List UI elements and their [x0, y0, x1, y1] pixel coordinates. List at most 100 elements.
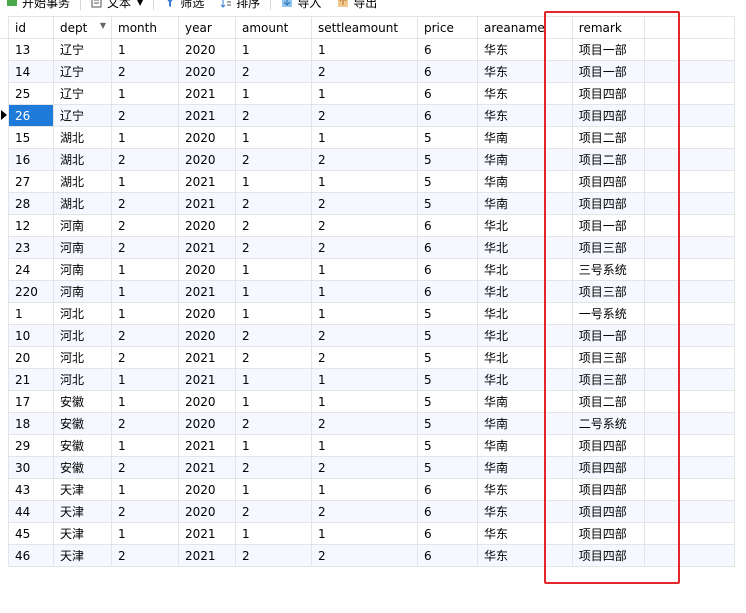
table-cell[interactable]: 项目四部 [571, 82, 645, 105]
table-cell[interactable]: 项目一部 [571, 214, 645, 237]
table-cell[interactable] [544, 368, 573, 391]
table-cell[interactable]: 华北 [477, 236, 546, 259]
table-cell[interactable]: 44 [8, 500, 54, 523]
table-cell[interactable]: 6 [417, 500, 478, 523]
table-cell[interactable]: 23 [8, 236, 54, 259]
row-indicator[interactable] [0, 126, 9, 149]
table-cell[interactable]: 安徽 [53, 390, 112, 413]
table-cell[interactable]: 华北 [477, 302, 546, 325]
table-cell[interactable] [544, 214, 573, 237]
table-cell[interactable]: 2021 [178, 236, 236, 259]
table-cell[interactable] [544, 236, 573, 259]
table-cell[interactable]: 1 [111, 38, 179, 61]
table-cell[interactable]: 1 [235, 522, 312, 545]
table-cell[interactable]: 2 [311, 60, 418, 83]
table-cell[interactable]: 1 [111, 434, 179, 457]
table-cell[interactable]: 华南 [477, 434, 546, 457]
table-cell[interactable]: 10 [8, 324, 54, 347]
table-cell[interactable]: 2 [311, 456, 418, 479]
row-indicator[interactable] [0, 104, 9, 127]
table-cell[interactable]: 2020 [178, 148, 236, 171]
table-cell[interactable]: 30 [8, 456, 54, 479]
table-row[interactable]: 220 河南 1 2021 1 1 6 华北 项目三部 [0, 280, 735, 303]
row-indicator[interactable] [0, 280, 9, 303]
table-cell[interactable]: 三号系统 [571, 258, 645, 281]
table-cell[interactable]: 项目三部 [571, 236, 645, 259]
table-cell[interactable]: 2 [235, 544, 312, 567]
table-cell[interactable]: 1 [311, 478, 418, 501]
table-row[interactable]: 17 安徽 1 2020 1 1 5 华南 项目二部 [0, 390, 735, 413]
table-cell[interactable]: 华南 [477, 148, 546, 171]
table-cell[interactable]: 2 [311, 148, 418, 171]
column-header[interactable]: settleamount [311, 16, 418, 39]
row-indicator[interactable] [0, 346, 9, 369]
table-cell[interactable]: 5 [417, 324, 478, 347]
table-cell[interactable]: 华北 [477, 280, 546, 303]
row-indicator[interactable] [0, 82, 9, 105]
table-cell[interactable]: 2 [111, 412, 179, 435]
row-indicator[interactable] [0, 456, 9, 479]
table-cell[interactable]: 华东 [477, 522, 546, 545]
column-header[interactable]: id [8, 16, 54, 39]
table-cell[interactable]: 项目二部 [571, 126, 645, 149]
table-cell[interactable]: 项目四部 [571, 478, 645, 501]
table-row[interactable]: 16 湖北 2 2020 2 2 5 华南 项目二部 [0, 148, 735, 171]
table-cell[interactable]: 6 [417, 60, 478, 83]
table-cell[interactable] [643, 390, 735, 413]
table-cell[interactable]: 项目一部 [571, 60, 645, 83]
table-cell[interactable]: 安徽 [53, 434, 112, 457]
table-cell[interactable]: 1 [111, 126, 179, 149]
table-cell[interactable]: 2020 [178, 478, 236, 501]
table-cell[interactable]: 华北 [477, 368, 546, 391]
table-cell[interactable]: 2 [235, 412, 312, 435]
table-cell[interactable]: 2 [311, 412, 418, 435]
table-cell[interactable]: 1 [111, 390, 179, 413]
table-cell[interactable] [643, 104, 735, 127]
row-indicator[interactable] [0, 236, 9, 259]
table-cell[interactable]: 220 [8, 280, 54, 303]
table-row[interactable]: 24 河南 1 2020 1 1 6 华北 三号系统 [0, 258, 735, 281]
table-cell[interactable] [544, 434, 573, 457]
table-cell[interactable]: 6 [417, 214, 478, 237]
table-cell[interactable]: 河南 [53, 236, 112, 259]
table-row[interactable]: 46 天津 2 2021 2 2 6 华东 项目四部 [0, 544, 735, 567]
table-cell[interactable]: 天津 [53, 478, 112, 501]
table-cell[interactable] [643, 500, 735, 523]
table-cell[interactable]: 河北 [53, 368, 112, 391]
table-cell[interactable]: 2020 [178, 500, 236, 523]
table-cell[interactable] [643, 544, 735, 567]
table-cell[interactable]: 项目三部 [571, 368, 645, 391]
table-cell[interactable] [643, 192, 735, 215]
row-indicator[interactable] [0, 434, 9, 457]
table-cell[interactable] [544, 500, 573, 523]
row-indicator[interactable] [0, 148, 9, 171]
table-cell[interactable]: 2 [111, 500, 179, 523]
table-cell[interactable]: 1 [111, 478, 179, 501]
table-cell[interactable] [544, 192, 573, 215]
toolbar-button-0[interactable]: 开始事务 [6, 0, 70, 11]
table-row[interactable]: 45 天津 1 2021 1 1 6 华东 项目四部 [0, 522, 735, 545]
table-cell[interactable]: 项目四部 [571, 500, 645, 523]
column-header[interactable]: month [111, 16, 179, 39]
table-cell[interactable]: 1 [311, 126, 418, 149]
table-cell[interactable]: 华南 [477, 390, 546, 413]
table-cell[interactable]: 2020 [178, 302, 236, 325]
table-row[interactable]: 21 河北 1 2021 1 1 5 华北 项目三部 [0, 368, 735, 391]
table-cell[interactable]: 1 [311, 280, 418, 303]
table-cell[interactable]: 2021 [178, 82, 236, 105]
table-cell[interactable] [544, 456, 573, 479]
column-header[interactable]: areaname [477, 16, 546, 39]
table-cell[interactable]: 1 [235, 82, 312, 105]
table-cell[interactable] [643, 346, 735, 369]
table-cell[interactable] [643, 280, 735, 303]
table-cell[interactable]: 项目四部 [571, 434, 645, 457]
table-cell[interactable]: 2 [311, 236, 418, 259]
row-indicator[interactable] [0, 38, 9, 61]
table-cell[interactable]: 河北 [53, 324, 112, 347]
table-cell[interactable]: 2 [111, 346, 179, 369]
table-cell[interactable]: 2021 [178, 544, 236, 567]
table-cell[interactable]: 5 [417, 456, 478, 479]
table-cell[interactable]: 华北 [477, 324, 546, 347]
table-cell[interactable]: 2 [235, 214, 312, 237]
table-cell[interactable]: 华南 [477, 170, 546, 193]
